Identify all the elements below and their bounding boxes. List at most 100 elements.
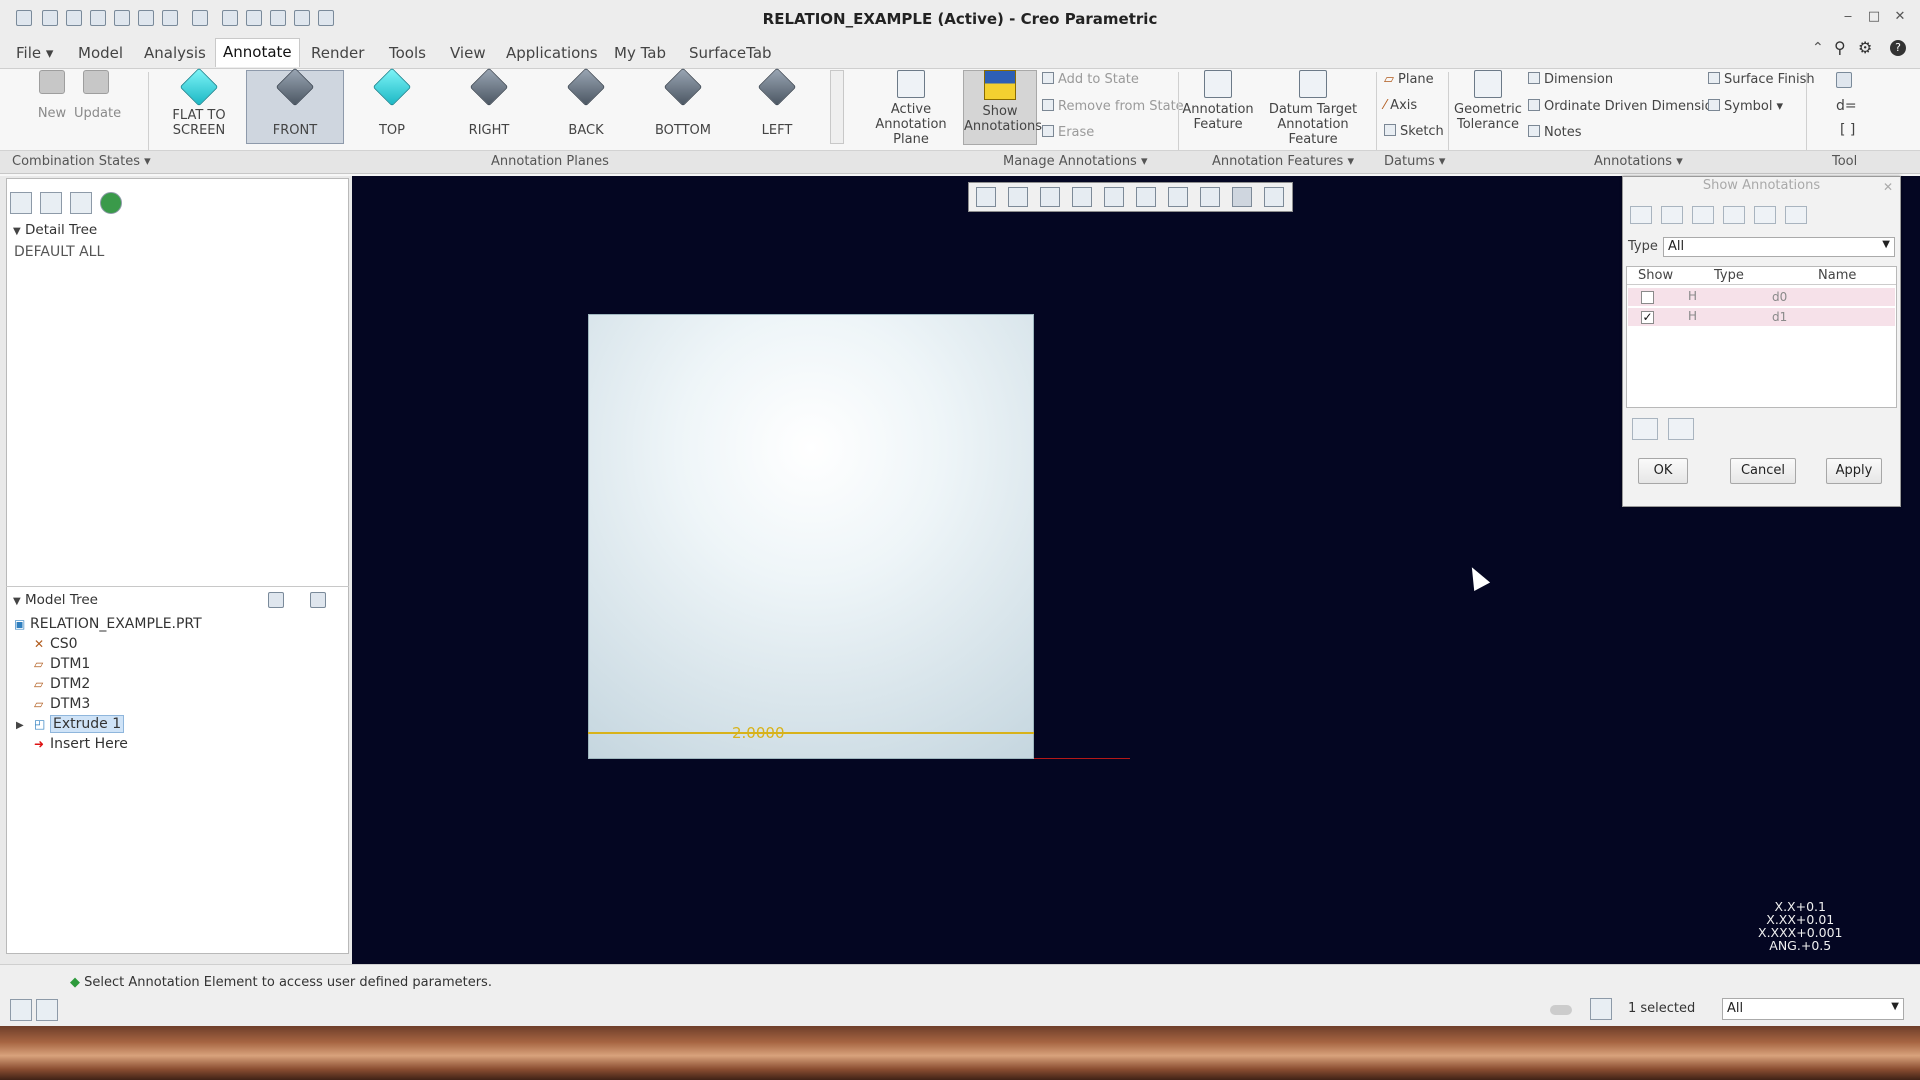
group-datums[interactable]: Datums ▾	[1384, 154, 1445, 169]
planes-gallery-scroll[interactable]	[830, 70, 844, 144]
group-manage-annotations[interactable]: Manage Annotations ▾	[1003, 154, 1148, 169]
table-row[interactable]	[1628, 288, 1895, 306]
ribbon-minimize-icon[interactable]: ⌃	[1812, 40, 1824, 56]
regenerate-icon[interactable]	[114, 10, 130, 26]
notes-button[interactable]: Notes	[1528, 125, 1582, 140]
model-tree-header[interactable]: ▼ Model Tree	[13, 592, 98, 608]
menu-my-tab[interactable]: My Tab	[608, 43, 672, 63]
notes-tab-icon[interactable]	[1692, 206, 1714, 224]
zoom-in-icon[interactable]	[1008, 187, 1028, 207]
tree-settings-icon[interactable]	[10, 192, 32, 214]
plane-top-button[interactable]: TOP	[352, 67, 432, 138]
remove-from-state-button[interactable]: Remove from State	[1042, 99, 1184, 114]
tree-item-csys[interactable]: ✕ CS0	[34, 636, 78, 652]
undo-icon[interactable]	[162, 10, 178, 26]
tree-item-part[interactable]: ▣ RELATION_EXAMPLE.PRT	[14, 616, 202, 632]
dimension-value[interactable]: 2.0000	[732, 724, 785, 742]
surface-finish-tab-icon[interactable]	[1723, 206, 1745, 224]
plane-back-button[interactable]: BACK	[546, 67, 626, 138]
cancel-button[interactable]: Cancel	[1730, 458, 1796, 484]
detail-tree-header[interactable]: ▼ Detail Tree	[13, 222, 97, 238]
datum-tab-icon[interactable]	[1785, 206, 1807, 224]
select-all-icon[interactable]	[1632, 418, 1658, 440]
update-state-button[interactable]: Update	[74, 70, 121, 121]
relations-icon[interactable]: d=	[1836, 98, 1857, 114]
show-checkbox-d1[interactable]: ✓	[1641, 311, 1654, 324]
group-annotation-features[interactable]: Annotation Features ▾	[1212, 154, 1354, 169]
symbol-button[interactable]: Symbol ▾	[1708, 99, 1783, 114]
settings-icon[interactable]: ⚙	[1858, 38, 1872, 57]
folder-browser-icon[interactable]	[70, 192, 92, 214]
zoom-out-icon[interactable]	[1040, 187, 1060, 207]
ok-button[interactable]: OK	[1638, 458, 1688, 484]
add-to-state-button[interactable]: Add to State	[1042, 72, 1139, 87]
refit-icon[interactable]	[976, 187, 996, 207]
expand-icon[interactable]: ▶	[16, 720, 24, 731]
menu-model[interactable]: Model	[72, 43, 129, 63]
find-icon[interactable]	[1590, 998, 1612, 1020]
repaint-icon[interactable]	[1072, 187, 1092, 207]
web-browser-icon[interactable]	[100, 192, 122, 214]
part-surface[interactable]	[588, 314, 1034, 759]
table-row[interactable]	[1628, 308, 1895, 326]
dialog-close-icon[interactable]: ✕	[1883, 180, 1893, 194]
layer-tree-icon[interactable]	[40, 192, 62, 214]
sketch-button[interactable]: Sketch	[1384, 124, 1444, 139]
symbol-tab-icon[interactable]	[1754, 206, 1776, 224]
menu-applications[interactable]: Applications	[500, 43, 604, 63]
maximize-button[interactable]: □	[1864, 9, 1884, 27]
show-navigator-icon[interactable]	[10, 999, 32, 1021]
show-annotations-button[interactable]: Show Annotations	[964, 70, 1042, 134]
group-annotations[interactable]: Annotations ▾	[1594, 154, 1683, 169]
show-checkbox-d0[interactable]	[1641, 291, 1654, 304]
spin-center-icon[interactable]	[1264, 187, 1284, 207]
tree-filters-icon[interactable]	[310, 592, 326, 608]
new-state-button[interactable]: New	[32, 70, 72, 121]
table-tab-icon[interactable]	[1661, 206, 1683, 224]
plane-flat-to-screen-button[interactable]: FLAT TO SCREEN	[160, 67, 238, 138]
menu-annotate[interactable]: Annotate	[215, 38, 300, 67]
folder-icon[interactable]	[294, 10, 310, 26]
customize-icon[interactable]	[270, 10, 286, 26]
plane-bottom-button[interactable]: BOTTOM	[643, 67, 723, 138]
group-combination-states[interactable]: Combination States ▾	[12, 154, 151, 169]
menu-surfacetab[interactable]: SurfaceTab	[683, 43, 778, 63]
type-select[interactable]: All ▼	[1663, 237, 1895, 257]
annotation-feature-button[interactable]: Annotation Feature	[1182, 70, 1254, 132]
plane-left-button[interactable]: LEFT	[737, 67, 817, 138]
parameters-icon[interactable]: [ ]	[1840, 122, 1855, 138]
plane-right-button[interactable]: RIGHT	[449, 67, 529, 138]
tree-item-insert-here[interactable]: ➜ Insert Here	[34, 736, 128, 752]
tree-item-dtm1[interactable]: ▱ DTM1	[34, 656, 90, 672]
active-annotation-plane-button[interactable]: Active Annotation Plane	[860, 70, 962, 147]
saved-orientations-icon[interactable]	[1136, 187, 1156, 207]
close-window-icon[interactable]	[246, 10, 262, 26]
show-tree-columns-icon[interactable]	[268, 592, 284, 608]
new-file-icon[interactable]	[42, 10, 58, 26]
redo-icon[interactable]	[192, 10, 208, 26]
show-browser-icon[interactable]	[36, 999, 58, 1021]
tree-item-extrude[interactable]: ◰ Extrude 1	[34, 715, 125, 733]
view-manager-icon[interactable]	[1168, 187, 1188, 207]
menu-file[interactable]: File ▾	[10, 43, 59, 63]
apply-button[interactable]: Apply	[1826, 458, 1882, 484]
close-button[interactable]: ✕	[1890, 9, 1910, 27]
dimension-line[interactable]	[588, 732, 1034, 734]
windows-icon[interactable]	[222, 10, 238, 26]
tree-item-dtm2[interactable]: ▱ DTM2	[34, 676, 90, 692]
regen-manager-icon[interactable]	[138, 10, 154, 26]
datum-plane-button[interactable]: ▱ Plane	[1384, 72, 1434, 87]
plane-front-button[interactable]: FRONT	[255, 67, 335, 138]
selection-filter[interactable]: All ▼	[1722, 998, 1904, 1020]
datum-display-icon[interactable]	[1200, 187, 1220, 207]
search-icon[interactable]: ⚲	[1834, 38, 1846, 57]
deselect-all-icon[interactable]	[1668, 418, 1694, 440]
ordinate-driven-dimension-button[interactable]: Ordinate Driven Dimension	[1528, 99, 1721, 114]
geometric-tolerance-button[interactable]: Geometric Tolerance	[1452, 70, 1524, 132]
menu-render[interactable]: Render	[305, 43, 370, 63]
datum-target-annotation-feature-button[interactable]: Datum Target Annotation Feature	[1254, 70, 1372, 147]
print-icon[interactable]	[318, 10, 334, 26]
datum-axis-button[interactable]: ⁄ Axis	[1384, 98, 1417, 113]
save-icon[interactable]	[90, 10, 106, 26]
dimension-tab-icon[interactable]	[1630, 206, 1652, 224]
